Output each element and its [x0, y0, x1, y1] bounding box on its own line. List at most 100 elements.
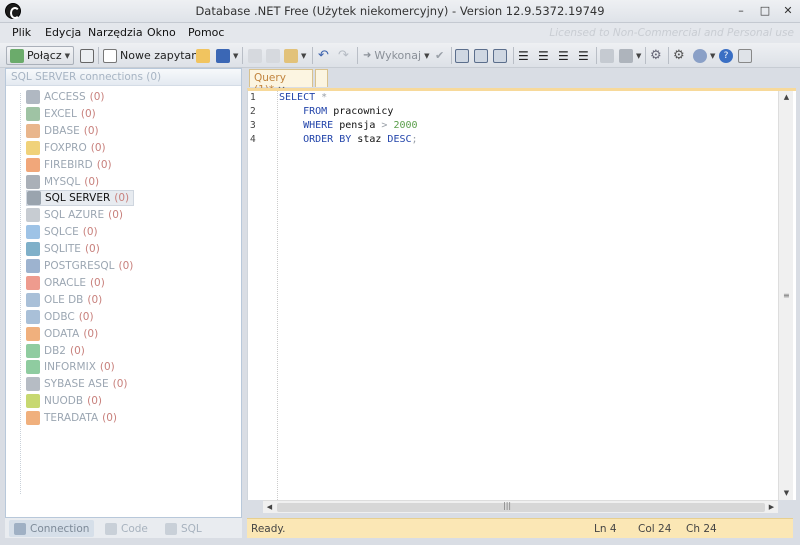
vertical-scrollbar[interactable]: ▲ ≡ ▼	[778, 91, 793, 500]
document-icon	[80, 48, 94, 63]
file-results-button[interactable]	[493, 46, 507, 65]
uncomment-button[interactable]: ☰	[578, 46, 589, 65]
tree-item-firebird[interactable]: FIREBIRD (0)	[26, 157, 112, 173]
nuodb-icon	[26, 394, 40, 409]
cut-button[interactable]	[248, 46, 262, 65]
tree-item-odbc[interactable]: ODBC (0)	[26, 309, 94, 325]
grid-results-button[interactable]	[455, 46, 469, 65]
menu-help[interactable]: Pomoc	[188, 26, 224, 39]
file-output-icon	[493, 48, 507, 63]
tree-item-teradata[interactable]: TERADATA (0)	[26, 410, 117, 426]
tree-item-label: MYSQL	[44, 175, 81, 188]
horizontal-scrollbar[interactable]: ◀ ||| ▶	[263, 500, 778, 513]
tab-connection-label: Connection	[30, 522, 90, 535]
cogs-icon: ⚙	[673, 48, 685, 63]
open-file-button[interactable]	[80, 46, 94, 65]
tab-connection[interactable]: Connection	[9, 520, 95, 537]
tree-item-sql-azure[interactable]: SQL AZURE (0)	[26, 207, 123, 223]
menu-tools[interactable]: Narzędzia	[88, 26, 143, 39]
tree-item-access[interactable]: ACCESS (0)	[26, 89, 105, 105]
tab-sql[interactable]: SQL	[160, 520, 207, 537]
tree-item-dbase[interactable]: DBASE (0)	[26, 123, 99, 139]
tree-item-foxpro[interactable]: FOXPRO (0)	[26, 140, 106, 156]
indent-button[interactable]: ☰	[518, 46, 529, 65]
postgresql-icon	[26, 259, 40, 273]
tree-item-db2[interactable]: DB2 (0)	[26, 343, 85, 359]
connect-button[interactable]: Połącz ▼	[6, 46, 74, 65]
download-button[interactable]	[738, 46, 752, 65]
line-number: 2	[250, 106, 256, 117]
grid-icon	[455, 48, 469, 63]
chevron-down-icon: ▼	[710, 51, 716, 60]
print-preview-button[interactable]	[600, 46, 614, 65]
tree-item-odata[interactable]: ODATA (0)	[26, 326, 98, 342]
text-results-button[interactable]	[474, 46, 488, 65]
outdent-button[interactable]: ☰	[538, 46, 549, 65]
sql-code[interactable]: SELECT * FROM pracownicy WHERE pensja > …	[279, 91, 418, 147]
tree-item-count: (0)	[99, 361, 115, 374]
settings-button[interactable]: ⚙	[650, 46, 662, 65]
menu-window[interactable]: Okno	[147, 26, 176, 39]
scroll-right-icon[interactable]: ▶	[765, 501, 778, 514]
copy-button[interactable]	[266, 46, 280, 65]
tree-item-ole-db[interactable]: OLE DB (0)	[26, 292, 102, 308]
options-button[interactable]: ▼	[693, 46, 715, 65]
checkmark-icon: ✔	[435, 49, 445, 62]
tree-item-informix[interactable]: INFORMIX (0)	[26, 359, 115, 375]
arrow-right-icon: ➜	[363, 50, 372, 61]
tree-item-count: (0)	[83, 124, 99, 137]
comment-button[interactable]: ☰	[558, 46, 569, 65]
outdent-icon: ☰	[538, 48, 549, 63]
menu-file[interactable]: Plik	[12, 26, 31, 39]
print-button[interactable]: ▼	[619, 46, 641, 65]
tab-query-1[interactable]: Query (1)*×	[249, 69, 313, 96]
tree-item-label: SQLITE	[44, 243, 81, 256]
tree-item-sybase-ase[interactable]: SYBASE ASE (0)	[26, 376, 127, 392]
toolbar-divider	[596, 47, 597, 64]
indent-icon: ☰	[518, 48, 529, 63]
help-button[interactable]: ?	[719, 46, 733, 65]
save-icon	[216, 48, 230, 63]
license-notice: Licensed to Non-Commercial and Personal …	[549, 27, 794, 39]
new-query-button[interactable]: Nowe zapytanie	[103, 46, 208, 65]
tree-item-mysql[interactable]: MYSQL (0)	[26, 174, 99, 190]
toolbar-divider	[357, 47, 358, 64]
chevron-down-icon: ▼	[636, 51, 642, 60]
paste-button[interactable]: ▼	[284, 46, 306, 65]
tree-item-count: (0)	[87, 395, 102, 408]
scroll-thumb[interactable]	[277, 503, 765, 512]
tree-item-oracle[interactable]: ORACLE (0)	[26, 275, 105, 291]
tree-item-count: (0)	[96, 158, 112, 171]
tab-code[interactable]: Code	[100, 520, 153, 537]
close-button[interactable]: ✕	[781, 4, 795, 18]
tree-item-label: NUODB	[44, 395, 84, 408]
scroll-up-icon[interactable]: ▲	[779, 91, 794, 104]
tree-item-excel[interactable]: EXCEL (0)	[26, 106, 96, 122]
tree-item-sqlite[interactable]: SQLITE (0)	[26, 241, 100, 257]
globe-icon	[693, 48, 707, 63]
minimize-button[interactable]: –	[734, 4, 748, 18]
undo-button[interactable]: ↶	[318, 46, 329, 65]
tools-button[interactable]: ⚙	[673, 46, 685, 65]
redo-button[interactable]: ↷	[338, 46, 349, 65]
scroll-down-icon[interactable]: ▼	[779, 487, 794, 500]
foxpro-icon	[26, 140, 40, 155]
save-button[interactable]: ▼	[216, 46, 238, 65]
tree-item-postgresql[interactable]: POSTGRESQL (0)	[26, 258, 133, 274]
tree-item-sqlce[interactable]: SQLCE (0)	[26, 224, 98, 240]
odbc-icon	[26, 309, 40, 324]
sql-editor[interactable]: 1 2 3 4 SELECT * FROM pracownicy WHERE p…	[247, 88, 796, 500]
line-indicator: Ln 4	[594, 523, 617, 535]
scroll-left-icon[interactable]: ◀	[263, 501, 276, 514]
tree-item-label: SQLCE	[44, 226, 79, 239]
tree-item-nuodb[interactable]: NUODB (0)	[26, 393, 102, 409]
menu-edit[interactable]: Edycja	[45, 26, 81, 39]
tab-code-label: Code	[121, 522, 148, 535]
new-tab-button[interactable]	[315, 69, 328, 87]
open-folder-button[interactable]	[196, 46, 210, 65]
check-syntax-button[interactable]: ✔	[435, 46, 444, 65]
execute-button[interactable]: ➜ Wykonaj ▼	[363, 46, 429, 65]
tree-item-sql-server[interactable]: SQL SERVER (0)	[26, 190, 135, 207]
maximize-button[interactable]: □	[758, 4, 772, 18]
sybase-ase-icon	[26, 377, 40, 392]
